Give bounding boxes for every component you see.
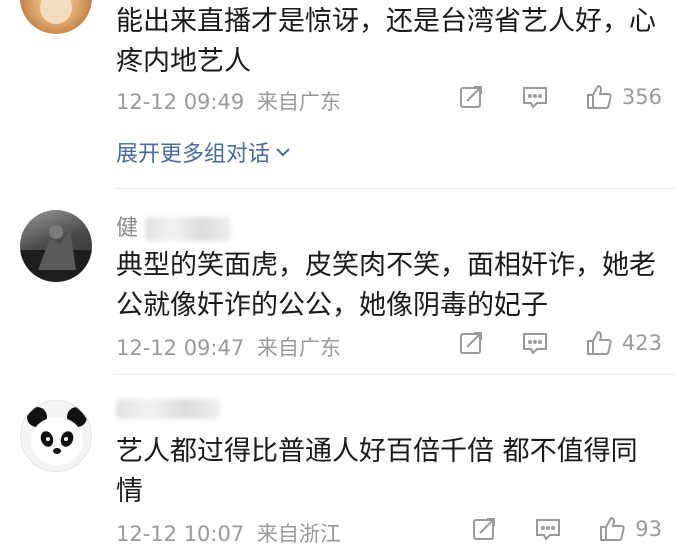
comment-actions: 356: [422, 82, 662, 112]
thumbs-up-icon: [586, 330, 612, 355]
comment-meta: 12-12 10:07 来自浙江: [116, 518, 341, 548]
comment-location: 来自广东: [256, 90, 341, 114]
like-count: 356: [621, 85, 662, 109]
avatar[interactable]: [20, 400, 92, 472]
comment-location: 来自广东: [256, 336, 341, 360]
avatar-art: [34, 0, 78, 24]
comment-icon: [536, 519, 561, 541]
comment-time: 12-12 09:49: [116, 90, 245, 114]
username-blur: [145, 217, 232, 241]
like-count: 423: [621, 331, 662, 355]
expand-label: 展开更多组对话: [116, 142, 271, 167]
username-blur: [116, 399, 220, 419]
share-button[interactable]: [456, 82, 486, 112]
comment-icon: [522, 87, 547, 109]
like-count: 93: [635, 517, 662, 541]
username-text: 健: [116, 216, 139, 241]
comment-time: 12-12 09:47: [116, 336, 245, 360]
comment-meta: 12-12 09:47 来自广东: [116, 332, 341, 362]
username[interactable]: 健: [116, 210, 232, 242]
share-button[interactable]: [469, 514, 499, 544]
comment-text: 艺人都过得比普通人好百倍千倍 都不值得同情: [116, 436, 638, 507]
divider: [116, 188, 676, 189]
comment-time: 12-12 10:07: [116, 522, 245, 546]
thumbs-up-icon: [586, 84, 612, 109]
comment-actions: 93: [435, 514, 662, 544]
avatar-art: [20, 225, 92, 282]
avatar[interactable]: [20, 210, 92, 282]
like-button[interactable]: 423: [584, 328, 662, 358]
chevron-down-icon: [276, 148, 290, 157]
thumbs-up-icon: [600, 516, 625, 541]
share-icon: [459, 86, 482, 108]
comment-location: 来自浙江: [256, 522, 341, 546]
like-button[interactable]: 93: [597, 514, 662, 544]
comment-button[interactable]: [520, 328, 550, 358]
expand-conversation-link[interactable]: 展开更多组对话: [116, 136, 292, 168]
panda-art: [27, 407, 87, 465]
username[interactable]: [116, 396, 220, 421]
comment-3: 艺人都过得比普通人好百倍千倍 都不值得同情 12-12 10:07 来自浙江 9…: [0, 376, 676, 559]
avatar[interactable]: [20, 0, 92, 34]
share-icon: [459, 332, 482, 354]
comment-button[interactable]: [520, 82, 550, 112]
comment-1: 能出来直播才是惊讶，还是台湾省艺人好，心疼内地艺人 12-12 09:49 来自…: [0, 0, 676, 190]
comment-meta: 12-12 09:49 来自广东: [116, 86, 341, 116]
comment-actions: 423: [422, 328, 662, 358]
comment-text: 典型的笑面虎，皮笑肉不笑，面相奸诈，她老公就像奸诈的公公，她像阴毒的妃子: [116, 250, 656, 321]
comment-2: 健 典型的笑面虎，皮笑肉不笑，面相奸诈，她老公就像奸诈的公公，她像阴毒的妃子 1…: [0, 190, 676, 370]
share-icon: [473, 518, 496, 540]
comment-text: 能出来直播才是惊讶，还是台湾省艺人好，心疼内地艺人: [116, 6, 656, 77]
comment-icon: [522, 333, 547, 355]
share-button[interactable]: [456, 328, 486, 358]
like-button[interactable]: 356: [584, 82, 662, 112]
comment-button[interactable]: [533, 514, 563, 544]
divider: [116, 374, 676, 375]
